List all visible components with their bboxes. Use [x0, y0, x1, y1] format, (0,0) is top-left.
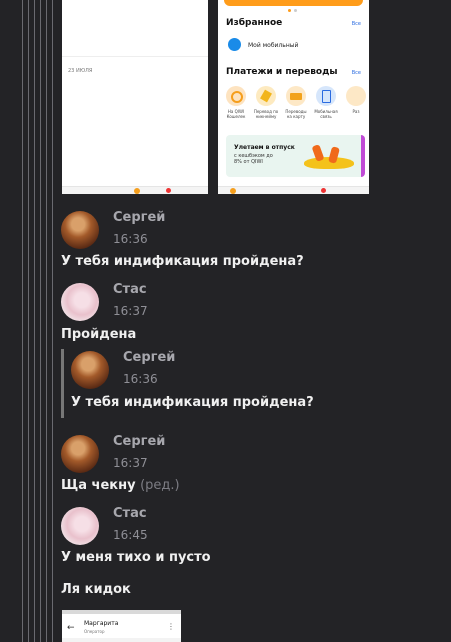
- service-qiwi-wallet[interactable]: На QIWI Кошелек: [223, 86, 249, 119]
- nav-icon: [230, 188, 236, 194]
- services-row: На QIWI Кошелек Перевод по никнейму Пере…: [223, 86, 369, 119]
- message-text: У меня тихо и пусто: [61, 550, 211, 565]
- back-arrow-icon: ←: [67, 623, 75, 633]
- nav-icon: [166, 188, 171, 193]
- favorites-item[interactable]: Мой мобильный: [248, 42, 298, 49]
- message-text: У тебя индификация пройдена?: [61, 254, 304, 269]
- service-card-transfer[interactable]: Переводы на карту: [283, 86, 309, 119]
- date-label: 23 ИЮЛЯ: [68, 68, 93, 74]
- promo-banner[interactable]: Улетаем в отпуск с кешбэком до 8% от QIW…: [226, 135, 365, 177]
- message-time: 16:45: [113, 528, 148, 542]
- service-mobile[interactable]: Мобильная связь: [313, 86, 339, 119]
- quote-bar: [61, 349, 64, 418]
- avatar-sergey[interactable]: [61, 435, 99, 473]
- message-time: 16:37: [113, 304, 148, 318]
- favorites-title: Избранное: [226, 18, 283, 28]
- quote-time: 16:36: [123, 372, 158, 386]
- nav-icon: [321, 188, 326, 193]
- attached-screenshot-left[interactable]: 23 ИЮЛЯ: [62, 0, 208, 194]
- author-name[interactable]: Сергей: [113, 434, 165, 449]
- contact-role: Оператор: [84, 629, 105, 634]
- banner-illustration: [304, 144, 354, 171]
- avatar-stas[interactable]: [61, 507, 99, 545]
- favorites-all-link[interactable]: Все: [352, 21, 361, 27]
- contact-name: Маргарита: [84, 620, 119, 627]
- message-text: Пройдена: [61, 327, 137, 342]
- message-text: Ща чекну (ред.): [61, 478, 180, 493]
- message-time: 16:36: [113, 232, 148, 246]
- attached-screenshot-right[interactable]: Избранное Все Мой мобильный Платежи и пе…: [218, 0, 369, 194]
- banner-title: Улетаем в отпуск: [234, 144, 295, 151]
- avatar-stas[interactable]: [61, 283, 99, 321]
- avatar-sergey[interactable]: [61, 211, 99, 249]
- quote-text: У тебя индификация пройдена?: [71, 395, 314, 410]
- service-other[interactable]: Раз: [343, 86, 369, 119]
- message-time: 16:37: [113, 456, 148, 470]
- author-name[interactable]: Стас: [113, 282, 147, 297]
- service-nickname-transfer[interactable]: Перевод по никнейму: [253, 86, 279, 119]
- nav-icon: [134, 188, 140, 194]
- quote-author[interactable]: Сергей: [123, 350, 175, 365]
- author-name[interactable]: Сергей: [113, 210, 165, 225]
- payments-title: Платежи и переводы: [226, 67, 338, 77]
- message-text: Ля кидок: [61, 582, 131, 597]
- thread-lines: [0, 0, 53, 642]
- quote-avatar-sergey[interactable]: [71, 351, 109, 389]
- banner-subtitle: с кешбэком до 8% от QIWI: [234, 153, 273, 165]
- attached-screenshot-bottom[interactable]: ← Маргарита Оператор ⋮: [62, 610, 181, 642]
- more-icon: ⋮: [167, 622, 175, 631]
- edited-mark: (ред.): [140, 478, 180, 493]
- mobile-icon: [228, 38, 241, 51]
- author-name[interactable]: Стас: [113, 506, 147, 521]
- payments-all-link[interactable]: Все: [352, 70, 361, 76]
